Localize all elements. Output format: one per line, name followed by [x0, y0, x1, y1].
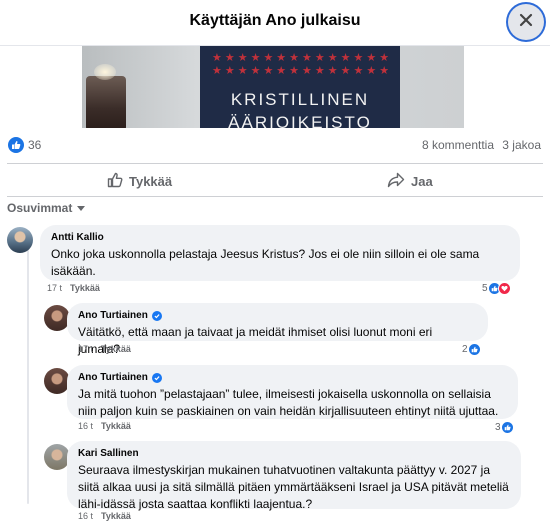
comment-time[interactable]: 17 t	[47, 283, 62, 293]
like-count[interactable]: 36	[28, 138, 41, 152]
comment-author[interactable]: Ano Turtiainen	[78, 309, 477, 322]
comment-author[interactable]: Ano Turtiainen	[78, 371, 507, 384]
verified-badge-icon	[151, 372, 162, 383]
candle-shape	[86, 76, 126, 128]
reply-thread-line	[27, 234, 29, 504]
comment-like-link[interactable]: Tykkää	[101, 344, 131, 354]
comment-text: Ja mitä tuohon ”pelastajaan” tulee, ilme…	[78, 387, 499, 418]
comment-like-link[interactable]: Tykkää	[101, 511, 131, 521]
comment-bubble: Ano Turtiainen Väitätkö, että maan ja ta…	[67, 303, 488, 356]
comment-author-name[interactable]: Kari Sallinen	[78, 447, 139, 460]
comment-bubble: Kari Sallinen Seuraava ilmestyskirjan mu…	[67, 441, 521, 511]
avatar[interactable]	[7, 227, 33, 253]
verified-badge-icon	[151, 310, 162, 321]
comment-reactions[interactable]: 5	[482, 282, 511, 295]
comment-text: Onko joka uskonnolla pelastaja Jeesus Kr…	[51, 247, 480, 278]
book-cover: ★★★★★★★★★★★★★★ ★★★★★★★★★★★★★★ KRISTILLINE…	[200, 46, 400, 128]
comment-sort-dropdown[interactable]: Osuvimmat	[7, 201, 86, 215]
post-actions: Tykkää Jaa	[7, 163, 543, 197]
dialog-header: Käyttäjän Ano julkaisu	[0, 0, 550, 46]
comment-like-link[interactable]: Tykkää	[70, 283, 100, 293]
comment-author-name[interactable]: Ano Turtiainen	[78, 309, 148, 322]
share-arrow-icon	[387, 172, 411, 191]
like-reaction-icon[interactable]	[8, 137, 24, 153]
comment-time[interactable]: 17 t	[78, 344, 93, 354]
caret-down-icon	[77, 205, 86, 211]
comment-author[interactable]: Antti Kallio	[51, 231, 509, 244]
reaction-count: 2	[462, 344, 468, 355]
comment-meta: 17 t Tykkää	[78, 344, 131, 354]
comment-time[interactable]: 16 t	[78, 511, 93, 521]
share-button-label: Jaa	[411, 173, 433, 189]
dialog-title: Käyttäjän Ano julkaisu	[189, 12, 361, 29]
comment-time[interactable]: 16 t	[78, 421, 93, 431]
reaction-count: 5	[482, 283, 488, 294]
comment-text: Seuraava ilmestyskirjan mukainen tuhatvu…	[78, 463, 509, 511]
heart-reaction-icon	[497, 282, 511, 295]
like-reaction-icon	[500, 421, 514, 434]
like-button-label: Tykkää	[129, 173, 173, 189]
comment-bubble: Antti Kallio Onko joka uskonnolla pelast…	[40, 225, 520, 281]
comment-author-name[interactable]: Antti Kallio	[51, 231, 104, 244]
share-button[interactable]: Jaa	[387, 171, 433, 191]
comment-like-link[interactable]: Tykkää	[101, 421, 131, 431]
book-title-line2: ÄÄRIOIKEISTO	[228, 113, 372, 128]
comment-reactions[interactable]: 2	[462, 343, 481, 356]
comment-text: Väitätkö, että maan ja taivaat ja meidät…	[78, 325, 433, 356]
comment-author[interactable]: Kari Sallinen	[78, 447, 510, 460]
comment-meta: 17 t Tykkää	[47, 283, 100, 293]
close-button[interactable]	[508, 4, 544, 40]
candle-glow	[94, 64, 116, 80]
reaction-count: 3	[495, 422, 501, 433]
comment-bubble: Ano Turtiainen Ja mitä tuohon ”pelastaja…	[67, 365, 518, 419]
comment-sort-label: Osuvimmat	[7, 201, 73, 215]
like-reaction-icon	[467, 343, 481, 356]
comment-meta: 16 t Tykkää	[78, 511, 131, 521]
comment-reactions[interactable]: 3	[495, 421, 514, 434]
post-stats: 36 8 kommenttia 3 jakoa	[0, 135, 550, 155]
thumbs-up-icon	[107, 172, 129, 191]
comment-author-name[interactable]: Ano Turtiainen	[78, 371, 148, 384]
shares-count[interactable]: 3 jakoa	[502, 138, 541, 152]
comments-count[interactable]: 8 kommenttia	[422, 138, 494, 152]
like-button[interactable]: Tykkää	[107, 171, 172, 191]
comment-meta: 16 t Tykkää	[78, 421, 131, 431]
book-title-line1: KRISTILLINEN	[230, 90, 370, 109]
book-stars: ★★★★★★★★★★★★★★ ★★★★★★★★★★★★★★	[212, 52, 388, 77]
post-image[interactable]: ★★★★★★★★★★★★★★ ★★★★★★★★★★★★★★ KRISTILLINE…	[82, 46, 464, 128]
close-icon	[519, 13, 533, 32]
